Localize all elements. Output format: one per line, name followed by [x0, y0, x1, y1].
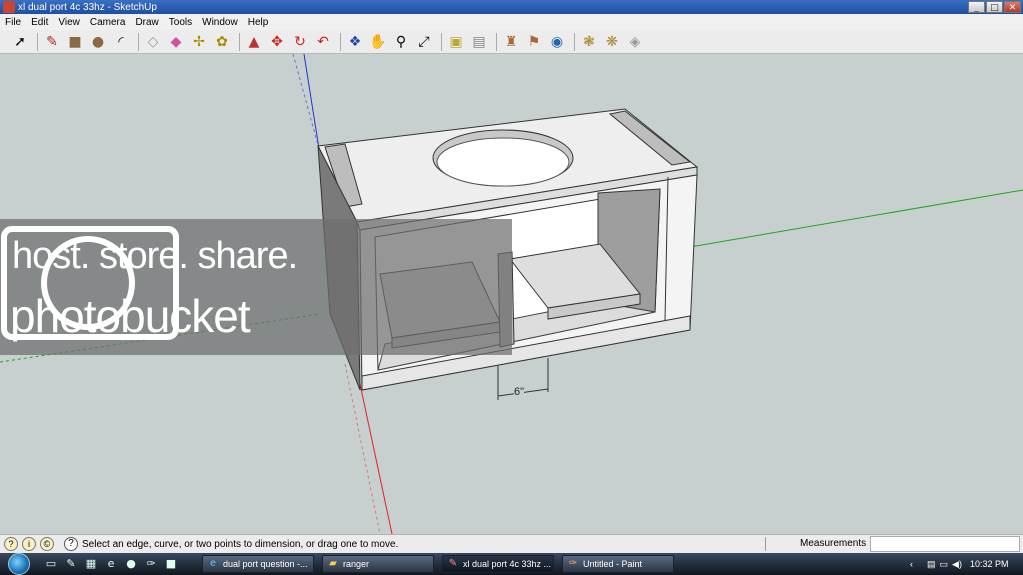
- menu-window[interactable]: Window: [197, 17, 243, 28]
- menu-view[interactable]: View: [53, 17, 85, 28]
- explorer-icon[interactable]: ▦: [84, 557, 98, 571]
- section-plane-icon[interactable]: ❃: [579, 32, 599, 52]
- menu-bar: File Edit View Camera Draw Tools Window …: [0, 14, 1023, 30]
- task-label: Untitled - Paint: [583, 559, 643, 569]
- components-icon[interactable]: ♜: [501, 32, 521, 52]
- photobucket-watermark: host. store. share. photobucket: [0, 219, 512, 355]
- menu-draw[interactable]: Draw: [130, 17, 163, 28]
- measurements-input[interactable]: [870, 536, 1020, 552]
- zoom-extents-tool-icon[interactable]: ⤢: [414, 32, 434, 52]
- quick-launch: ▭ ✎ ▦ e ● ✑ ■: [44, 557, 178, 571]
- minimize-button[interactable]: _: [968, 1, 985, 13]
- taskbar-item-ie[interactable]: e dual port question -...: [202, 555, 314, 573]
- task-label: xl dual port 4c 33hz ...: [463, 559, 552, 569]
- task-label: dual port question -...: [223, 559, 308, 569]
- window-switcher-icon[interactable]: ■: [164, 557, 178, 571]
- paint-icon[interactable]: ✑: [144, 557, 158, 571]
- toolbar-separator: [441, 32, 442, 51]
- system-tray: ‹ ▤ ▭ ◀) 10:32 PM: [910, 553, 1008, 575]
- camera-logo-icon: [1, 226, 179, 340]
- toolbar-separator: [239, 32, 240, 51]
- ie-icon[interactable]: e: [104, 557, 118, 571]
- status-separator: [765, 537, 766, 551]
- tape-measure-tool-icon[interactable]: ✢: [189, 32, 209, 52]
- share-model-icon[interactable]: ▤: [469, 32, 489, 52]
- dimension-label[interactable]: 6": [514, 386, 525, 398]
- pencil-tool-icon[interactable]: ✎: [42, 32, 62, 52]
- menu-help[interactable]: Help: [243, 17, 274, 28]
- tray-expand-icon[interactable]: ‹: [910, 559, 913, 569]
- maximize-button[interactable]: □: [986, 1, 1003, 13]
- circle-tool-icon[interactable]: ●: [88, 32, 108, 52]
- layers-icon[interactable]: ◈: [625, 32, 645, 52]
- ie-icon: e: [210, 558, 216, 569]
- start-button[interactable]: [8, 553, 30, 575]
- sketchup-app-icon: [3, 1, 15, 13]
- show-desktop-icon[interactable]: ▭: [44, 557, 58, 571]
- rotate2-tool-icon[interactable]: ↻: [290, 32, 310, 52]
- pan-tool-icon[interactable]: ✋: [368, 32, 388, 52]
- geo-location-icon[interactable]: ?: [4, 537, 18, 551]
- toolbar-separator: [340, 32, 341, 51]
- taskbar-item-folder[interactable]: ▰ ranger: [322, 555, 434, 573]
- status-bar: ? i © ? Select an edge, curve, or two po…: [0, 534, 1023, 553]
- measurements-label: Measurements: [800, 538, 867, 549]
- paint-icon: ✑: [568, 558, 578, 569]
- credits-icon[interactable]: i: [22, 537, 36, 551]
- orbit-tool-icon[interactable]: ❖: [345, 32, 365, 52]
- menu-file[interactable]: File: [0, 17, 26, 28]
- speaker-hole-inner: [436, 137, 570, 187]
- window-title: xl dual port 4c 33hz - SketchUp: [18, 1, 157, 13]
- paint-tool-icon[interactable]: ◆: [166, 32, 186, 52]
- menu-edit[interactable]: Edit: [26, 17, 53, 28]
- volume-icon[interactable]: ◀): [952, 559, 962, 570]
- move-tool-icon[interactable]: ✥: [267, 32, 287, 52]
- clock[interactable]: 10:32 PM: [970, 559, 1009, 569]
- toolbar-separator: [37, 32, 38, 51]
- eraser-tool-icon[interactable]: ◇: [143, 32, 163, 52]
- window-controls: _ □ ✕: [968, 1, 1021, 13]
- toolbar-separator: [496, 32, 497, 51]
- arc-tool-icon[interactable]: ◜: [111, 32, 131, 52]
- dimension-tool-icon[interactable]: ⚑: [524, 32, 544, 52]
- network-icon[interactable]: ▤: [927, 559, 936, 570]
- menu-tools[interactable]: Tools: [164, 17, 197, 28]
- title-bar: xl dual port 4c 33hz - SketchUp _ □ ✕: [0, 0, 1023, 14]
- sketchup-icon: ✎: [448, 558, 458, 569]
- rotate-tool-icon[interactable]: ✿: [212, 32, 232, 52]
- walk-tool-icon[interactable]: ❋: [602, 32, 622, 52]
- main-toolbar: ➚ ✎ ■ ● ◜ ◇ ◆ ✢ ✿ ▲ ✥ ↻ ↶ ❖ ✋ ⚲ ⤢ ▣ ▤ ♜ …: [0, 30, 1023, 54]
- select-tool-icon[interactable]: ➚: [10, 32, 30, 52]
- follow-me-tool-icon[interactable]: ↶: [313, 32, 333, 52]
- get-models-icon[interactable]: ▣: [446, 32, 466, 52]
- toolbar-separator: [138, 32, 139, 51]
- windows-taskbar: ▭ ✎ ▦ e ● ✑ ■ e dual port question -... …: [0, 553, 1023, 575]
- media-icon[interactable]: ●: [124, 557, 138, 571]
- status-message: Select an edge, curve, or two points to …: [82, 538, 399, 550]
- sketchup-quicklaunch-icon[interactable]: ✎: [64, 557, 78, 571]
- folder-icon: ▰: [329, 558, 337, 569]
- help-icon[interactable]: ?: [64, 537, 78, 551]
- menu-camera[interactable]: Camera: [85, 17, 131, 28]
- task-label: ranger: [343, 559, 370, 569]
- protractor-icon[interactable]: ◉: [547, 32, 567, 52]
- copyright-icon[interactable]: ©: [40, 537, 54, 551]
- taskbar-item-sketchup[interactable]: ✎ xl dual port 4c 33hz ...: [442, 555, 554, 573]
- taskbar-item-paint[interactable]: ✑ Untitled - Paint: [562, 555, 674, 573]
- model-viewport[interactable]: 6" host. store. share. photobucket: [0, 54, 1023, 534]
- zoom-tool-icon[interactable]: ⚲: [391, 32, 411, 52]
- close-button[interactable]: ✕: [1004, 1, 1021, 13]
- toolbar-separator: [574, 32, 575, 51]
- green-axis: [689, 189, 1023, 248]
- rectangle-tool-icon[interactable]: ■: [65, 32, 85, 52]
- display-icon[interactable]: ▭: [940, 559, 949, 570]
- push-pull-tool-icon[interactable]: ▲: [244, 32, 264, 52]
